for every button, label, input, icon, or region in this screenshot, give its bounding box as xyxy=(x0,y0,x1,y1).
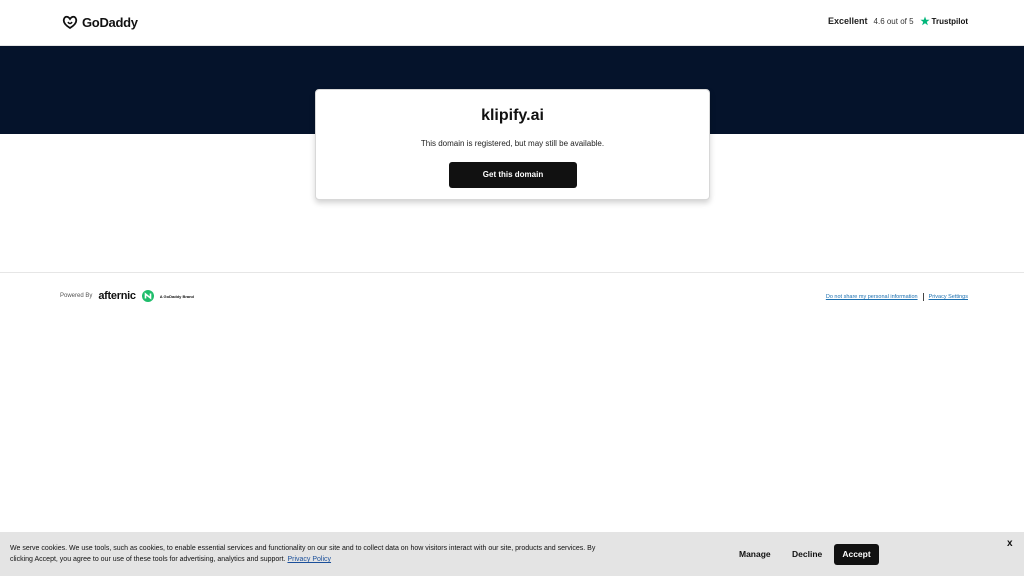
privacy-policy-link[interactable]: Privacy Policy xyxy=(287,556,331,563)
cookie-text: We serve cookies. We use tools, such as … xyxy=(10,543,610,565)
link-separator xyxy=(922,293,924,301)
footer-divider xyxy=(0,272,1024,273)
do-not-share-link[interactable]: Do not share my personal information xyxy=(826,294,918,300)
logo-text: GoDaddy xyxy=(82,14,138,30)
trustpilot-text: Trustpilot xyxy=(931,16,968,26)
domain-card: klipify.ai This domain is registered, bu… xyxy=(315,89,710,200)
cookie-banner: We serve cookies. We use tools, such as … xyxy=(0,532,1024,576)
powered-by: Powered By afternic A GoDaddy Brand xyxy=(60,290,194,302)
rating-value: 4.6 out of 5 xyxy=(873,16,914,26)
trustpilot-logo: Trustpilot xyxy=(919,16,968,26)
privacy-settings-link[interactable]: Privacy Settings xyxy=(929,294,968,300)
afternic-logo-text[interactable]: afternic xyxy=(98,290,136,302)
star-icon xyxy=(919,16,930,26)
domain-name: klipify.ai xyxy=(481,107,544,124)
trustpilot-rating[interactable]: Excellent 4.6 out of 5 Trustpilot xyxy=(828,16,968,26)
domain-status-text: This domain is registered, but may still… xyxy=(420,139,605,148)
footer-links: Do not share my personal information Pri… xyxy=(826,293,968,301)
decline-button[interactable]: Decline xyxy=(792,549,822,559)
afternic-icon xyxy=(141,290,154,302)
cookie-text-line1: We serve cookies. We use tools, such as … xyxy=(10,545,556,552)
accept-button[interactable]: Accept xyxy=(834,544,879,565)
godaddy-logo-icon xyxy=(62,15,78,30)
close-icon[interactable]: x xyxy=(1007,538,1013,549)
rating-label: Excellent xyxy=(827,16,868,26)
powered-by-label: Powered By xyxy=(60,293,93,299)
godaddy-logo[interactable]: GoDaddy xyxy=(62,14,138,30)
get-domain-button[interactable]: Get this domain xyxy=(449,162,577,188)
site-header: GoDaddy Excellent 4.6 out of 5 Trustpilo… xyxy=(0,0,1024,46)
godaddy-brand-note: A GoDaddy Brand xyxy=(159,293,195,299)
manage-button[interactable]: Manage xyxy=(739,549,771,559)
